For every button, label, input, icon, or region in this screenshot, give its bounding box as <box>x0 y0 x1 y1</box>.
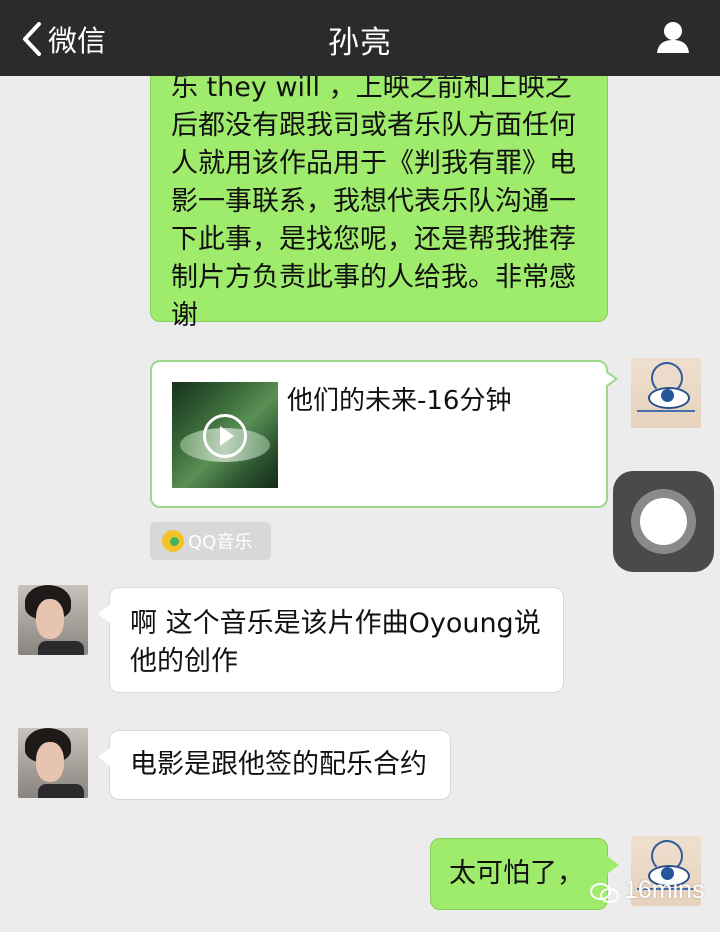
play-icon[interactable] <box>203 414 247 458</box>
message-line: 制片方负责此事的人给我。非常感 <box>171 262 576 293</box>
message-line: 他的创作 <box>130 646 238 677</box>
qq-music-source-tag[interactable]: QQ音乐 <box>150 522 271 560</box>
watermark-text: 16mins <box>624 876 705 904</box>
message-bubble-other[interactable]: 啊 这个音乐是该片作曲Oyoung说 他的创作 <box>109 587 564 693</box>
person-icon <box>657 22 689 53</box>
avatar[interactable] <box>18 728 88 798</box>
chat-title: 孙亮 <box>328 25 392 61</box>
message-line: 啊 这个音乐是该片作曲Oyoung说 <box>130 608 541 639</box>
message-line: 谢 <box>171 300 198 331</box>
message-bubble-self[interactable]: 太可怕了， <box>430 838 608 910</box>
message-line: 影一事联系，我想代表乐队沟通一 <box>171 186 576 217</box>
watermark: 16mins <box>590 876 705 905</box>
source-label: QQ音乐 <box>188 532 253 553</box>
bubble-tail <box>98 605 110 623</box>
qq-music-icon <box>162 530 184 552</box>
bubble-tail <box>607 856 619 874</box>
message-bubble-self[interactable]: 乐 they will ，上映之前和上映之 后都没有跟我司或者乐队方面任何 人就… <box>150 76 608 331</box>
song-title: 他们的未来-16分钟 <box>287 386 512 416</box>
message-line: 后都没有跟我司或者乐队方面任何 <box>171 110 576 141</box>
wechat-logo-icon <box>590 881 620 903</box>
bubble-tail <box>98 748 110 766</box>
avatar[interactable] <box>631 358 701 428</box>
navigation-bar: 微信 孙亮 <box>0 0 720 76</box>
avatar[interactable] <box>18 585 88 655</box>
message-line: 乐 they will ，上映之前和上映之 <box>171 76 572 103</box>
message-bubble-other[interactable]: 电影是跟他签的配乐合约 <box>109 730 451 800</box>
message-line: 下此事，是找您呢，还是帮我推荐 <box>171 224 576 255</box>
message-line: 人就用该作品用于《判我有罪》电 <box>171 148 576 179</box>
album-cover <box>172 382 278 488</box>
music-card[interactable]: 他们的未来-16分钟 <box>150 360 608 508</box>
message-line: 电影是跟他签的配乐合约 <box>130 749 427 780</box>
message-list[interactable]: 乐 they will ，上映之前和上映之 后都没有跟我司或者乐队方面任何 人就… <box>0 76 720 932</box>
bubble-tail <box>605 372 615 386</box>
assistive-touch-button[interactable] <box>613 471 714 572</box>
profile-button[interactable] <box>656 20 690 58</box>
message-line: 太可怕了， <box>449 858 584 889</box>
